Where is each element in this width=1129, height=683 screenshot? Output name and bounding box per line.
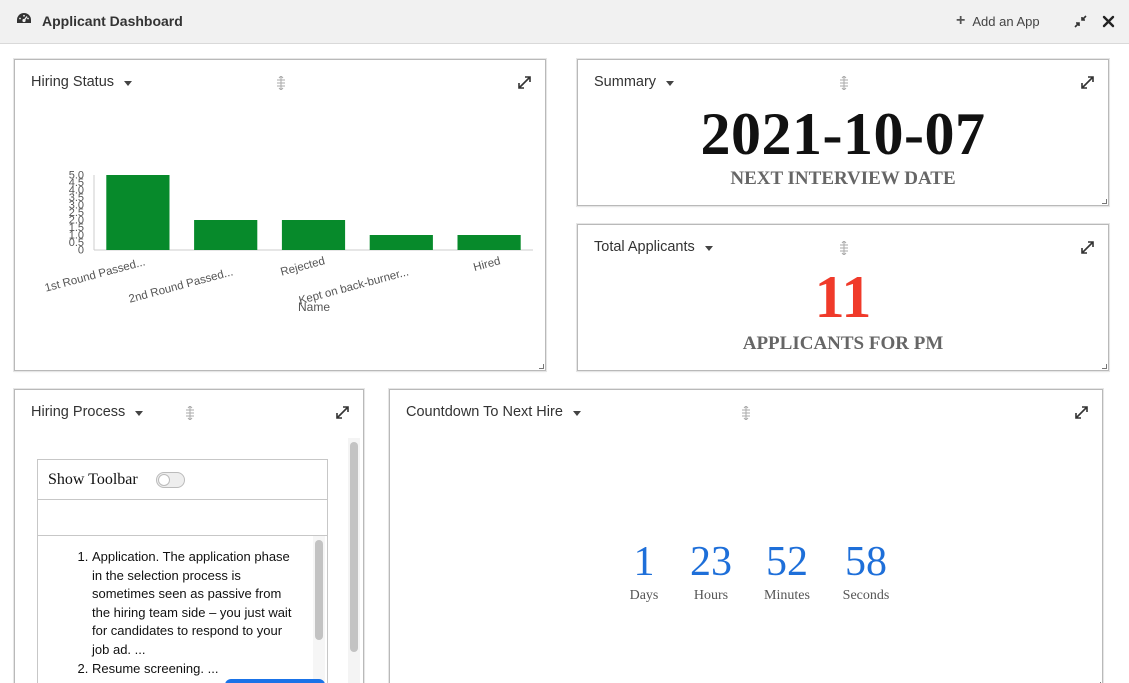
drag-handle-icon[interactable]	[183, 405, 197, 425]
summary-panel: Summary 2021-10-07 NEXT INTERVIEW DATE	[577, 59, 1109, 206]
days-value: 1	[633, 539, 655, 585]
bar[interactable]	[281, 220, 346, 250]
show-toolbar-toggle[interactable]	[155, 471, 185, 488]
toggle-knob	[157, 473, 170, 486]
drag-handle-icon[interactable]	[837, 75, 851, 95]
seconds-label: Seconds	[842, 588, 890, 603]
countdown-minutes: 52 Minutes	[750, 538, 824, 604]
next-interview-date: 2021-10-07	[700, 101, 986, 167]
resize-handle[interactable]	[1102, 364, 1107, 369]
y-tick-label: 5.0	[69, 170, 84, 182]
hours-label: Hours	[693, 588, 729, 603]
resize-handle[interactable]	[539, 364, 544, 369]
list-item: Resume screening. ...	[92, 660, 302, 679]
hiring-process-panel: Hiring Process Show Toolbar Application.…	[14, 389, 364, 683]
rich-text-editor: Show Toolbar Application. The applicatio…	[37, 459, 328, 683]
close-icon[interactable]	[1102, 15, 1115, 33]
countdown-panel: Countdown To Next Hire 1 Days 23 Hours 5…	[389, 389, 1103, 683]
save-button[interactable]	[225, 679, 325, 683]
applicant-count: 11	[814, 264, 872, 330]
minutes-value: 52	[766, 539, 808, 585]
expand-icon[interactable]	[1081, 241, 1094, 259]
bar[interactable]	[194, 220, 258, 250]
show-toolbar-label: Show Toolbar	[48, 470, 138, 488]
drag-handle-icon[interactable]	[837, 240, 851, 260]
process-list: Application. The application phase in th…	[92, 548, 302, 678]
chevron-down-icon[interactable]	[135, 410, 144, 416]
panel-title: Summary	[594, 74, 657, 90]
x-tick-label: 1st Round Passed...	[44, 256, 147, 294]
bar[interactable]	[106, 175, 170, 250]
add-app-label: Add an App	[972, 13, 1040, 29]
toolbar-toggle-row: Show Toolbar	[38, 460, 327, 500]
panel-title: Countdown To Next Hire	[406, 404, 563, 420]
top-bar: Applicant Dashboard + Add an App	[0, 0, 1129, 44]
x-tick-label: Rejected	[279, 255, 326, 278]
x-tick-label: 2nd Round Passed...	[128, 266, 235, 305]
total-applicants-panel: Total Applicants 11 APPLICANTS FOR PM	[577, 224, 1109, 371]
panel-header: Summary	[594, 74, 675, 90]
add-app-button[interactable]: + Add an App	[956, 13, 1040, 29]
days-label: Days	[629, 588, 659, 603]
countdown-seconds: 58 Seconds	[824, 538, 908, 604]
applicant-count-caption: APPLICANTS FOR PM	[742, 333, 944, 354]
hours-value: 23	[690, 539, 732, 585]
expand-icon[interactable]	[1075, 406, 1088, 424]
countdown-timer: 1 Days 23 Hours 52 Minutes 58 Seconds	[616, 538, 908, 604]
expand-icon[interactable]	[1081, 76, 1094, 94]
panel-header: Total Applicants	[594, 239, 713, 255]
chevron-down-icon[interactable]	[572, 410, 581, 416]
bar[interactable]	[369, 235, 433, 250]
next-interview-caption: NEXT INTERVIEW DATE	[730, 168, 956, 189]
chevron-down-icon[interactable]	[704, 245, 713, 251]
panel-title: Hiring Process	[31, 404, 126, 420]
seconds-value: 58	[845, 539, 887, 585]
panel-header: Countdown To Next Hire	[406, 404, 581, 420]
panel-scrollbar[interactable]	[350, 442, 358, 652]
editor-toolbar-area	[38, 500, 327, 536]
app-title: Applicant Dashboard	[42, 13, 183, 29]
resize-handle[interactable]	[1102, 199, 1107, 204]
countdown-days: 1 Days	[616, 538, 672, 604]
x-axis-title: Name	[298, 300, 330, 314]
list-item: Application. The application phase in th…	[92, 548, 302, 660]
chevron-down-icon[interactable]	[666, 80, 675, 86]
panel-title: Total Applicants	[594, 239, 695, 255]
expand-icon[interactable]	[336, 406, 349, 424]
app-title-group: Applicant Dashboard	[16, 12, 183, 30]
drag-handle-icon[interactable]	[739, 405, 753, 425]
bar[interactable]	[457, 235, 521, 250]
minutes-label: Minutes	[764, 588, 810, 603]
gauge-icon	[16, 12, 32, 30]
hiring-status-panel: Hiring Status 0 0.5 1.0 1.5 2.0 2.5 3.0 3.5 4.0 4…	[14, 59, 546, 371]
x-tick-label: Hired	[472, 255, 502, 274]
hiring-status-chart: 00.51.01.52.02.53.03.54.04.55.0 1st Roun…	[44, 170, 533, 314]
compress-icon[interactable]	[1074, 15, 1087, 33]
editor-scrollbar[interactable]	[315, 540, 323, 640]
plus-icon: +	[956, 12, 966, 29]
panel-header: Hiring Process	[31, 404, 144, 420]
editor-content[interactable]: Application. The application phase in th…	[38, 536, 327, 683]
countdown-hours: 23 Hours	[672, 538, 750, 604]
